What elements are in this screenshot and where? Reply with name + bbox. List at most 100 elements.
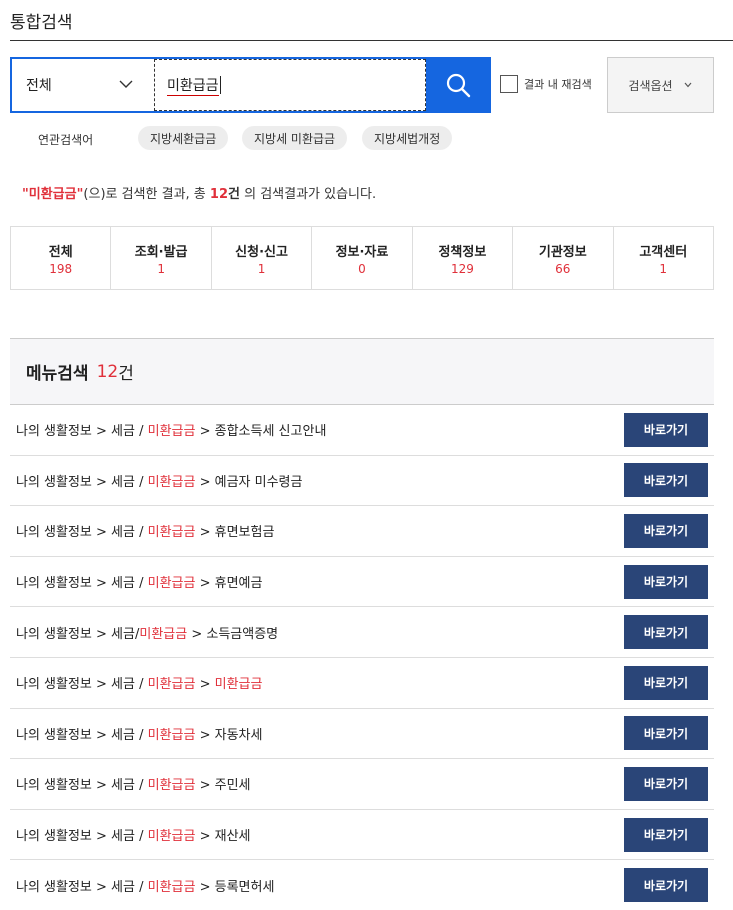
go-button[interactable]: 바로가기 — [624, 716, 708, 751]
category-count: 0 — [358, 261, 366, 276]
category-name: 고객센터 — [639, 244, 688, 260]
category-tab-inquiry-issue[interactable]: 조회·발급 1 — [111, 227, 212, 289]
category-count: 66 — [555, 261, 571, 276]
search-input-value: 미환급금 — [167, 75, 219, 96]
go-button[interactable]: 바로가기 — [624, 766, 708, 801]
related-tag[interactable]: 지방세 미환급금 — [242, 126, 348, 150]
go-button[interactable]: 바로가기 — [624, 564, 708, 599]
related-keywords-label: 연관검색어 — [38, 133, 94, 147]
summary-count: 12 — [209, 187, 228, 202]
list-item: 나의 생활정보 > 세금 / 미환급금 > 자동차세 바로가기 — [10, 709, 714, 760]
list-item: 나의 생활정보 > 세금 / 미환급금 > 등록면허세 바로가기 — [10, 860, 714, 910]
result-path: 나의 생활정보 > 세금 / 미환급금 > 휴면예금 — [16, 572, 262, 591]
go-button[interactable]: 바로가기 — [624, 412, 708, 447]
list-item: 나의 생활정보 > 세금 / 미환급금 > 주민세 바로가기 — [10, 759, 714, 810]
chevron-down-icon — [684, 82, 692, 88]
search-summary: "미환급금"(으)로 검색한 결과, 총 12건 의 검색결과가 있습니다. — [22, 183, 376, 202]
result-path: 나의 생활정보 > 세금 / 미환급금 > 종합소득세 신고안내 — [16, 420, 326, 439]
summary-middle: (으)로 검색한 결과, 총 — [83, 187, 210, 202]
search-options-button[interactable]: 검색옵션 — [607, 57, 714, 113]
related-tag[interactable]: 지방세법개정 — [362, 126, 453, 150]
path-suffix: > 자동차세 — [195, 727, 263, 743]
category-name: 신청·신고 — [235, 244, 288, 260]
result-path: 나의 생활정보 > 세금 / 미환급금 > 휴면보험금 — [16, 521, 274, 540]
scope-select-value: 전체 — [26, 78, 52, 94]
path-keyword: 미환급금 — [147, 677, 196, 693]
summary-suffix: 의 검색결과가 있습니다. — [239, 187, 377, 202]
category-tab-support[interactable]: 고객센터 1 — [614, 227, 713, 289]
category-count: 1 — [257, 261, 266, 276]
path-prefix: 나의 생활정보 > 세금 / — [16, 474, 148, 490]
go-button[interactable]: 바로가기 — [624, 513, 708, 548]
category-tab-info-data[interactable]: 정보·자료 0 — [312, 227, 413, 289]
search-within-results-checkbox[interactable]: 결과 내 재검색 — [500, 75, 592, 93]
related-tag[interactable]: 지방세환급금 — [138, 126, 229, 150]
path-suffix: > — [195, 677, 215, 693]
path-suffix: > 재산세 — [195, 829, 251, 845]
path-suffix: > 예금자 미수령금 — [195, 474, 303, 490]
result-path: 나의 생활정보 > 세금/미환급금 > 소득금액증명 — [16, 623, 278, 642]
category-tab-policy[interactable]: 정책정보 129 — [413, 227, 514, 289]
summary-unit: 건 — [228, 187, 240, 202]
search-button[interactable] — [426, 59, 489, 111]
path-prefix: 나의 생활정보 > 세금 / — [16, 829, 148, 845]
category-tab-agency[interactable]: 기관정보 66 — [513, 227, 614, 289]
path-keyword: 미환급금 — [139, 626, 188, 642]
menu-search-header: 메뉴검색 12 건 — [10, 338, 714, 405]
category-count: 1 — [659, 261, 668, 276]
go-button[interactable]: 바로가기 — [624, 817, 708, 852]
category-name: 전체 — [48, 244, 73, 260]
category-name: 조회·발급 — [134, 244, 188, 260]
go-button[interactable]: 바로가기 — [624, 463, 708, 498]
result-path: 나의 생활정보 > 세금 / 미환급금 > 예금자 미수령금 — [16, 471, 302, 490]
category-tab-all[interactable]: 전체 198 — [11, 227, 112, 289]
path-suffix: > 휴면보험금 — [195, 525, 275, 541]
checkbox-box[interactable] — [500, 75, 518, 93]
menu-search-unit: 건 — [118, 364, 134, 384]
result-path: 나의 생활정보 > 세금 / 미환급금 > 미환급금 — [16, 673, 262, 692]
result-path: 나의 생활정보 > 세금 / 미환급금 > 등록면허세 — [16, 876, 274, 895]
path-prefix: 나의 생활정보 > 세금 / — [16, 677, 148, 693]
path-keyword: 미환급금 — [147, 879, 196, 895]
category-count: 129 — [450, 261, 474, 276]
path-prefix: 나의 생활정보 > 세금 / — [16, 879, 148, 895]
path-keyword: 미환급금 — [147, 525, 196, 541]
path-keyword: 미환급금 — [147, 474, 196, 490]
menu-search-count: 12 — [96, 361, 119, 382]
path-keyword: 미환급금 — [214, 677, 263, 693]
search-options-label: 검색옵션 — [628, 78, 673, 93]
category-name: 정책정보 — [438, 244, 487, 260]
category-name: 기관정보 — [538, 244, 587, 260]
result-path: 나의 생활정보 > 세금 / 미환급금 > 재산세 — [16, 825, 251, 844]
category-count: 198 — [49, 261, 73, 276]
search-input[interactable]: 미환급금 — [154, 59, 426, 111]
search-icon — [446, 73, 470, 98]
search-box: 전체 미환급금 — [10, 57, 491, 113]
list-item: 나의 생활정보 > 세금/미환급금 > 소득금액증명 바로가기 — [10, 607, 714, 658]
scope-select[interactable]: 전체 — [12, 59, 154, 111]
go-button[interactable]: 바로가기 — [624, 665, 708, 700]
category-count: 1 — [157, 261, 165, 276]
menu-results-list: 나의 생활정보 > 세금 / 미환급금 > 종합소득세 신고안내 바로가기 나의 … — [10, 405, 714, 910]
search-within-results-label: 결과 내 재검색 — [524, 78, 592, 91]
list-item: 나의 생활정보 > 세금 / 미환급금 > 예금자 미수령금 바로가기 — [10, 456, 714, 507]
path-prefix: 나의 생활정보 > 세금 / — [16, 576, 148, 592]
path-keyword: 미환급금 — [147, 727, 196, 743]
path-suffix: > 휴면예금 — [195, 576, 263, 592]
path-keyword: 미환급금 — [147, 576, 196, 592]
path-keyword: 미환급금 — [147, 829, 196, 845]
summary-quote-open: " — [22, 187, 29, 202]
path-keyword: 미환급금 — [147, 424, 196, 440]
menu-search-title: 메뉴검색 — [26, 364, 89, 384]
list-item: 나의 생활정보 > 세금 / 미환급금 > 종합소득세 신고안내 바로가기 — [10, 405, 714, 456]
category-tab-apply-report[interactable]: 신청·신고 1 — [212, 227, 313, 289]
list-item: 나의 생활정보 > 세금 / 미환급금 > 미환급금 바로가기 — [10, 658, 714, 709]
list-item: 나의 생활정보 > 세금 / 미환급금 > 휴면보험금 바로가기 — [10, 506, 714, 557]
path-suffix: > 주민세 — [195, 778, 251, 794]
text-caret — [219, 76, 221, 94]
go-button[interactable]: 바로가기 — [624, 868, 708, 903]
go-button[interactable]: 바로가기 — [624, 615, 708, 650]
path-prefix: 나의 생활정보 > 세금 / — [16, 778, 148, 794]
list-item: 나의 생활정보 > 세금 / 미환급금 > 재산세 바로가기 — [10, 810, 714, 861]
path-prefix: 나의 생활정보 > 세금 / — [16, 727, 148, 743]
